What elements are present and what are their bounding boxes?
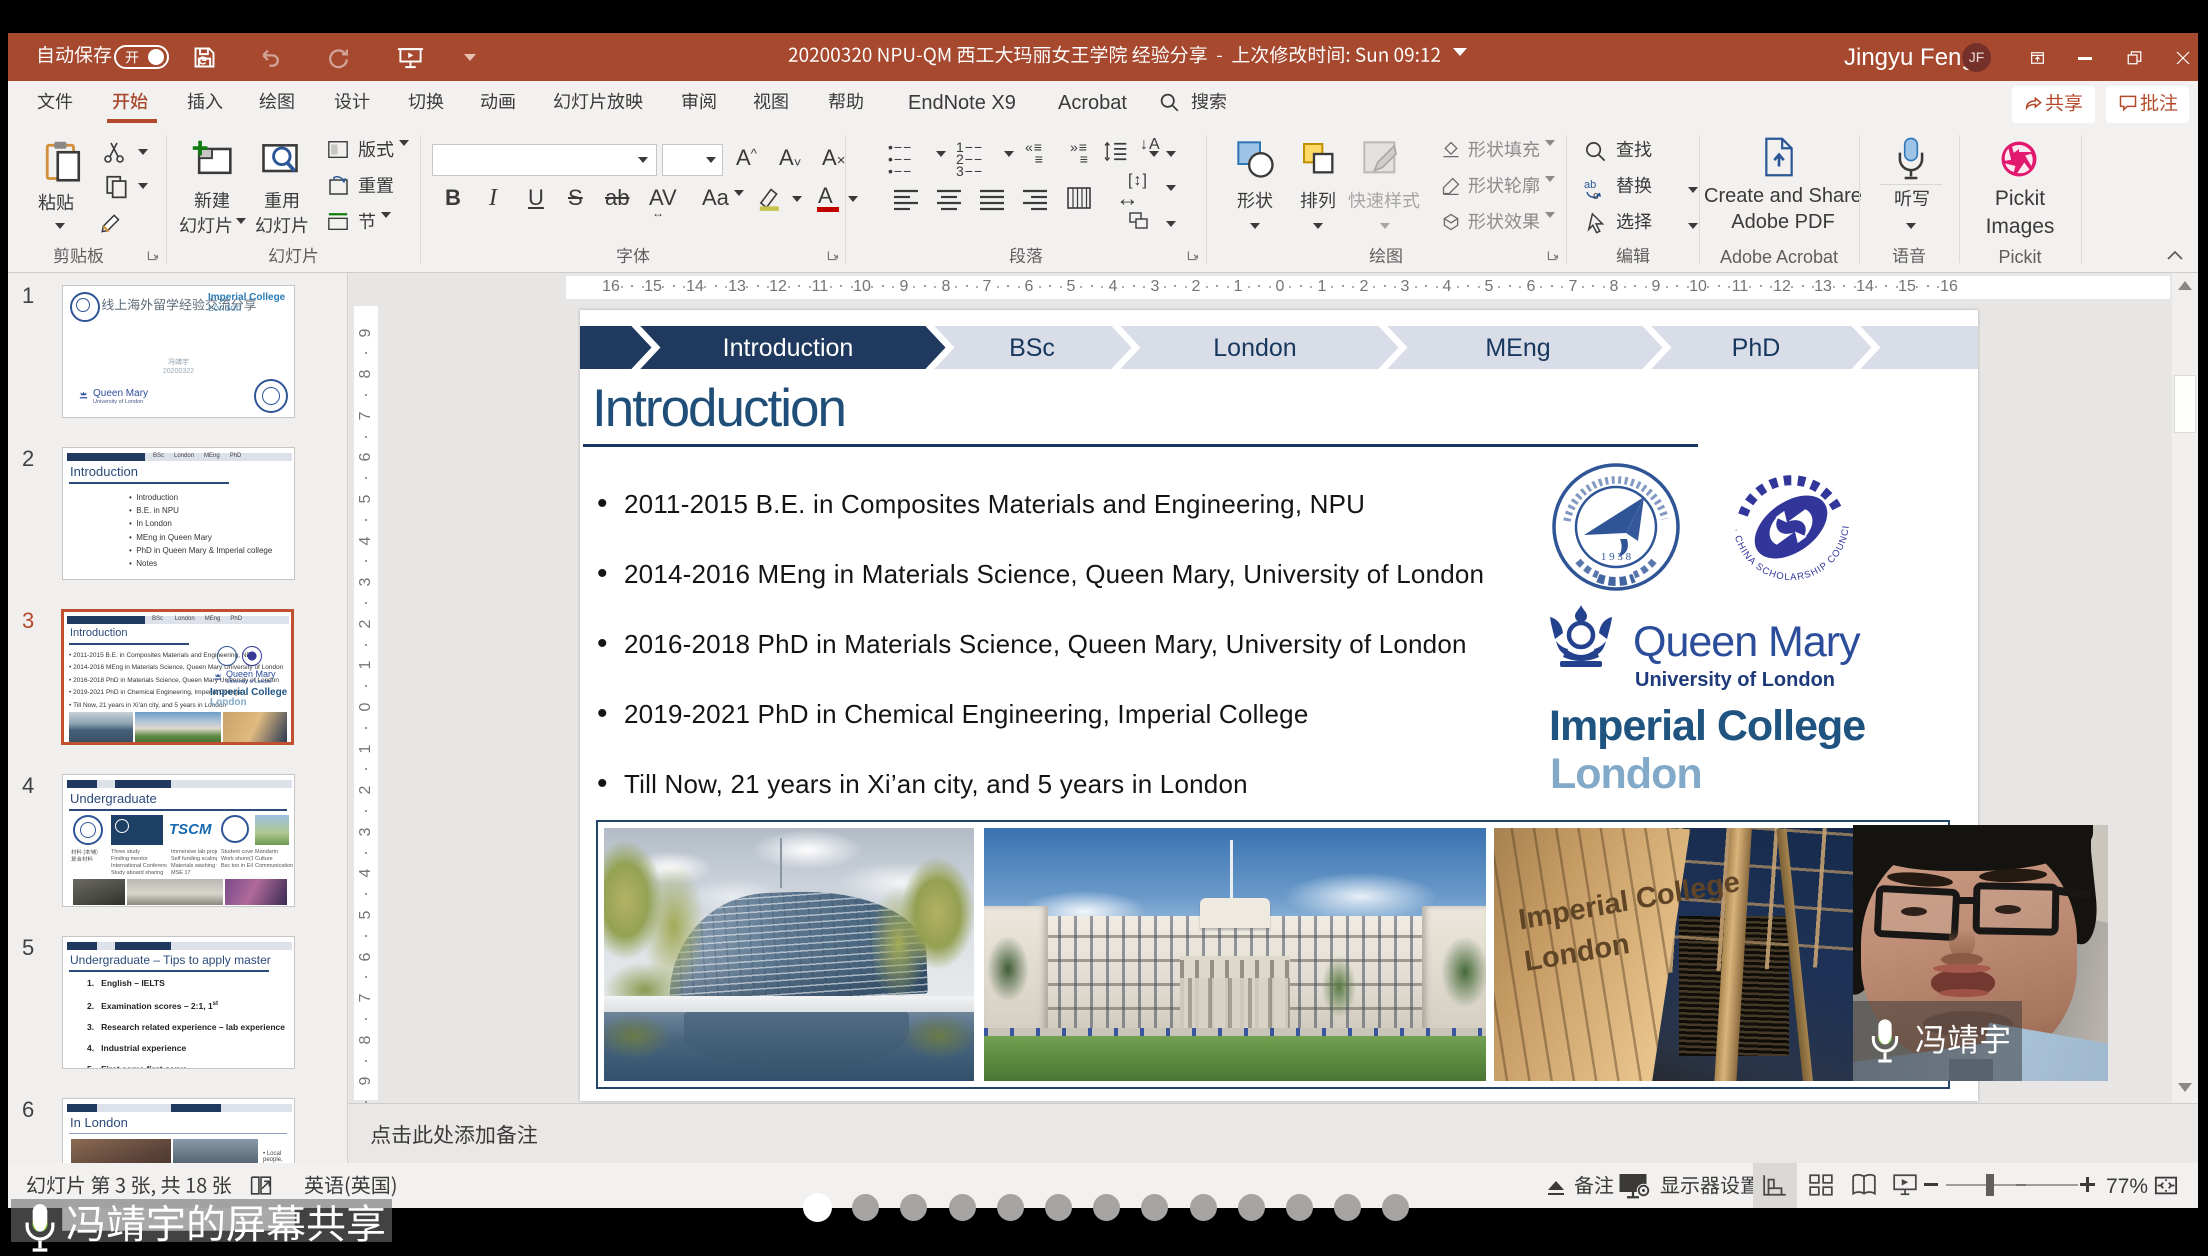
svg-text:c: c: [1593, 190, 1599, 200]
svg-text:PhD: PhD: [1732, 334, 1781, 362]
svg-text:MEng: MEng: [1485, 334, 1550, 362]
svg-text:Introduction: Introduction: [723, 334, 854, 362]
svg-text:BSc: BSc: [1009, 334, 1055, 362]
svg-text:1 9 3 8: 1 9 3 8: [1601, 551, 1632, 563]
svg-text:London: London: [1213, 334, 1296, 362]
